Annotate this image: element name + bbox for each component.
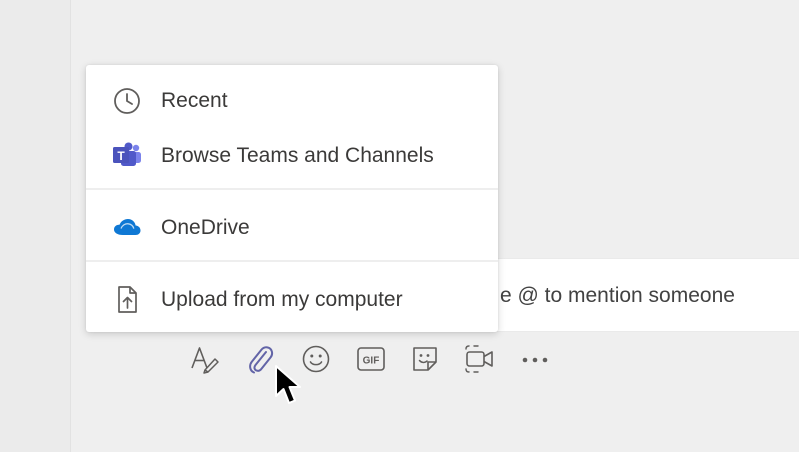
video-icon	[464, 344, 496, 379]
menu-item-recent[interactable]: Recent	[86, 77, 498, 125]
gif-icon: GIF	[356, 345, 386, 378]
sticker-icon	[410, 344, 440, 379]
menu-item-onedrive[interactable]: OneDrive	[86, 204, 498, 252]
format-icon	[189, 344, 221, 379]
menu-item-upload[interactable]: Upload from my computer	[86, 276, 498, 324]
emoji-icon	[301, 344, 331, 379]
paperclip-icon	[245, 343, 275, 380]
menu-item-label: Browse Teams and Channels	[161, 144, 434, 167]
more-options-button[interactable]	[518, 344, 552, 378]
svg-text:T: T	[117, 149, 125, 163]
menu-divider	[86, 260, 498, 262]
gif-icon-label: GIF	[363, 355, 380, 366]
menu-item-label: Upload from my computer	[161, 288, 403, 311]
left-panel	[0, 0, 71, 452]
upload-file-icon	[112, 285, 142, 315]
menu-item-label: Recent	[161, 89, 228, 112]
more-options-icon	[520, 352, 550, 370]
emoji-button[interactable]	[299, 344, 333, 378]
compose-message-box[interactable]: e @ to mention someone	[486, 259, 799, 331]
gif-button[interactable]: GIF	[354, 344, 388, 378]
teams-icon: T	[112, 141, 142, 171]
clock-icon	[112, 86, 142, 116]
onedrive-cloud-icon	[112, 213, 142, 243]
menu-item-label: OneDrive	[161, 216, 250, 239]
meet-now-button[interactable]	[463, 344, 497, 378]
compose-placeholder: e @ to mention someone	[500, 284, 735, 307]
sticker-button[interactable]	[408, 344, 442, 378]
menu-divider	[86, 188, 498, 190]
menu-item-browse-teams[interactable]: T Browse Teams and Channels	[86, 132, 498, 180]
format-button[interactable]	[188, 344, 222, 378]
attach-button[interactable]	[243, 344, 277, 378]
attach-menu: Recent T Browse Teams and Channels OneDr…	[86, 65, 498, 332]
